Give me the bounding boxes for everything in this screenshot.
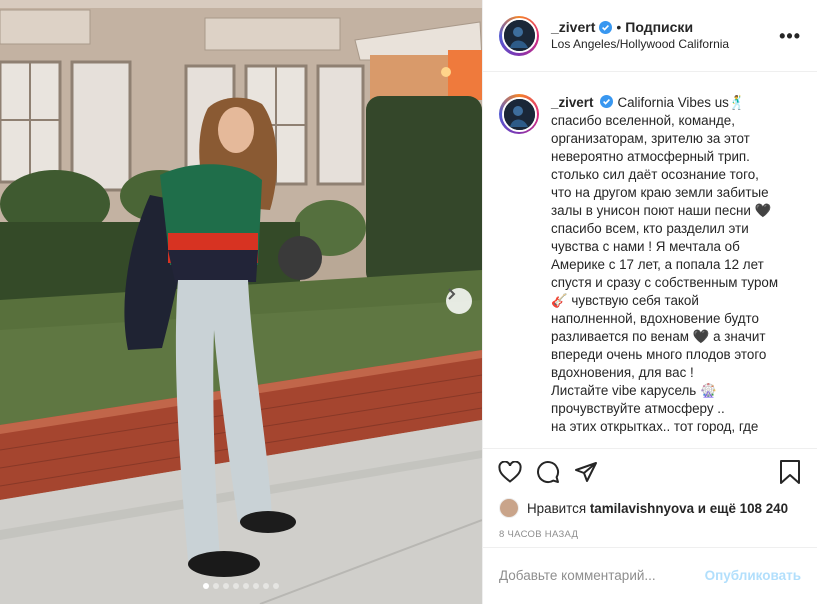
caption-text: _zivert California Vibes us🕺 спасибо всел… — [551, 94, 778, 436]
verified-icon — [599, 20, 613, 34]
carousel-dot — [263, 583, 269, 589]
caption-line: организаторам, зрителю за этот — [551, 131, 750, 146]
share-icon — [574, 460, 598, 487]
carousel-next-button[interactable] — [446, 288, 472, 314]
caption-line: спасибо всем, кто разделил эти — [551, 221, 749, 236]
caption-line: столько сил даёт осознание того, — [551, 167, 759, 182]
avatar[interactable] — [499, 15, 539, 56]
caption-line: впереди очень много плодов этого — [551, 347, 767, 362]
caption-line: спустя и сразу с собственным туром — [551, 275, 779, 290]
author-username[interactable]: _zivert — [551, 19, 595, 36]
carousel-dot — [213, 583, 219, 589]
caption-line: прочувствуйте атмосферу .. — [551, 401, 725, 416]
caption-line: 🎸 чувствую себя такой — [551, 293, 699, 308]
caption-line: вдохновения, для вас ! — [551, 365, 694, 380]
caption-line: на этих открытках.. тот город, где — [551, 419, 759, 434]
liker-avatar[interactable] — [499, 498, 519, 518]
carousel-dot — [253, 583, 259, 589]
caption-line: чувства с нами ! Я мечтала об — [551, 239, 740, 254]
caption-username[interactable]: _zivert — [551, 95, 593, 110]
caption-line: невероятно атмосферный трип. — [551, 149, 750, 164]
comment-input[interactable] — [499, 568, 705, 583]
carousel-dot — [233, 583, 239, 589]
likes-summary[interactable]: Нравится tamilavishnyova и ещё 108 240 — [483, 497, 817, 519]
save-button[interactable] — [771, 453, 809, 493]
caption-line: разливается по венам 🖤 а значит — [551, 329, 766, 344]
add-comment-section: Опубликовать — [483, 547, 817, 603]
comment-icon — [536, 460, 560, 487]
caption: _zivert California Vibes us🕺 спасибо всел… — [499, 94, 801, 436]
comments-area[interactable]: _zivert California Vibes us🕺 спасибо всел… — [483, 72, 817, 448]
post-timestamp[interactable]: 8 часов назад — [483, 529, 817, 540]
carousel-dot — [223, 583, 229, 589]
actions-section: Нравится tamilavishnyova и ещё 108 240 8… — [483, 448, 817, 603]
location-link[interactable]: Los Angeles/Hollywood California — [551, 36, 729, 53]
share-button[interactable] — [567, 453, 605, 493]
comment-button[interactable] — [529, 453, 567, 493]
caption-line: спасибо вселенной, команде, — [551, 113, 735, 128]
action-icons — [483, 449, 817, 497]
following-button[interactable]: Подписки — [625, 19, 693, 36]
save-icon — [779, 459, 801, 487]
caption-line: залы в унисон поют наши песни 🖤 — [551, 203, 772, 218]
like-button[interactable] — [491, 453, 529, 493]
caption-line: что на другом краю земли забитые — [551, 185, 769, 200]
separator: • — [616, 18, 622, 35]
caption-line: Америке с 17 лет, а попала 12 лет — [551, 257, 764, 272]
caption-line: наполненной, вдохновение будто — [551, 311, 759, 326]
more-icon[interactable]: ••• — [779, 26, 801, 47]
carousel-dot — [203, 583, 209, 589]
photo-scene — [0, 0, 482, 604]
caption-avatar[interactable] — [499, 94, 539, 134]
post-photo[interactable] — [0, 0, 482, 604]
carousel-dot — [273, 583, 279, 589]
post-sidebar: _zivert • Подписки Los Angeles/Hollywood… — [482, 0, 817, 604]
likes-count[interactable]: и ещё 108 240 — [698, 501, 788, 516]
carousel-indicator — [0, 583, 482, 589]
liker-username[interactable]: tamilavishnyova — [590, 501, 694, 516]
caption-line: _zivert California Vibes us🕺 — [551, 94, 778, 112]
caption-first-line: California Vibes us🕺 — [617, 95, 746, 110]
verified-icon — [600, 95, 614, 108]
caption-line: Листайте vibe карусель 🎡 — [551, 383, 717, 398]
like-icon — [498, 460, 522, 486]
publish-button[interactable]: Опубликовать — [705, 568, 801, 583]
likes-prefix: Нравится — [527, 500, 587, 516]
carousel-dot — [243, 583, 249, 589]
post-header: _zivert • Подписки Los Angeles/Hollywood… — [483, 0, 817, 72]
